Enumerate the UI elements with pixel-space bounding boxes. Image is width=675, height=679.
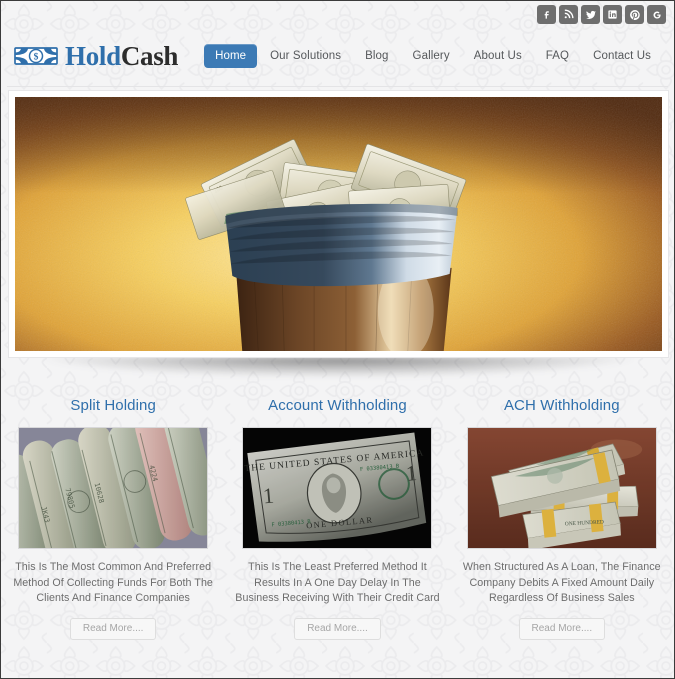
nav-item-our-solutions[interactable]: Our Solutions [259, 44, 352, 68]
read-more-button[interactable]: Read More.... [518, 617, 606, 640]
service-column-split-holding: Split Holding JK43 79805 10628 4224 This… [1, 397, 225, 640]
logo-text-primary: Hold [65, 40, 121, 71]
hero-drop-shadow [43, 357, 634, 377]
site-logo[interactable]: $ HoldCash [13, 41, 178, 72]
svg-text:$: $ [34, 52, 39, 63]
service-title: Split Holding [70, 397, 156, 414]
service-title: Account Withholding [268, 397, 407, 414]
banknote-dollar-icon: $ [14, 47, 58, 65]
linkedin-icon[interactable] [603, 5, 622, 24]
page-root: $ HoldCash Home Our Solutions Blog Galle… [0, 0, 675, 679]
nav-item-contact-us[interactable]: Contact Us [582, 44, 662, 68]
social-links-bar [537, 5, 666, 24]
service-column-account-withholding: Account Withholding THE UNITED STATES OF… [225, 397, 449, 640]
one-dollar-bill-image[interactable]: THE UNITED STATES OF AMERICA ONE DOLLAR … [242, 427, 433, 549]
nav-item-gallery[interactable]: Gallery [402, 44, 461, 68]
twitter-icon[interactable] [581, 5, 600, 24]
services-section: Split Holding JK43 79805 10628 4224 This… [1, 397, 674, 640]
header-divider [7, 86, 668, 87]
service-title: ACH Withholding [503, 397, 620, 414]
money-sack-hero-image: 100 [15, 97, 662, 351]
rss-icon[interactable] [559, 5, 578, 24]
service-description: This Is The Most Common And Preferred Me… [13, 561, 213, 604]
service-description: This Is The Least Preferred Method It Re… [235, 561, 440, 604]
nav-item-blog[interactable]: Blog [354, 44, 399, 68]
logo-text-secondary: Cash [120, 40, 179, 71]
rolled-banknotes-image[interactable]: JK43 79805 10628 4224 [18, 427, 209, 549]
facebook-icon[interactable] [537, 5, 556, 24]
google-plus-icon[interactable] [647, 5, 666, 24]
nav-item-home[interactable]: Home [204, 44, 258, 68]
service-description: When Structured As A Loan, The Finance C… [462, 561, 661, 604]
nav-item-faq[interactable]: FAQ [535, 44, 580, 68]
service-column-ach-withholding: ACH Withholding ONE HUNDRED When Structu… [450, 397, 674, 640]
site-logo-text: HoldCash [65, 41, 178, 72]
hero-slider[interactable]: 100 [8, 90, 669, 358]
cash-stacks-image[interactable]: ONE HUNDRED [466, 427, 657, 549]
nav-item-about-us[interactable]: About Us [463, 44, 533, 68]
site-header: $ HoldCash Home Our Solutions Blog Galle… [1, 29, 674, 83]
pinterest-icon[interactable] [625, 5, 644, 24]
read-more-button[interactable]: Read More.... [294, 617, 381, 640]
read-more-button[interactable]: Read More.... [69, 617, 157, 640]
main-navigation: Home Our Solutions Blog Gallery About Us… [204, 44, 662, 68]
